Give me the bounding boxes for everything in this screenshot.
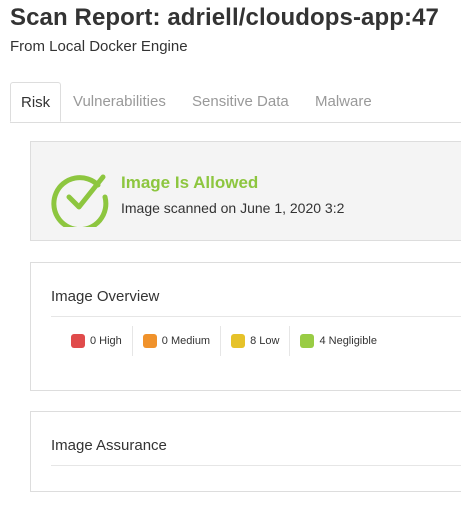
low-swatch — [231, 334, 246, 348]
image-overview-panel: Image Overview 0 High 0 Medium 8 Low 4 N… — [30, 262, 461, 391]
check-circle-icon — [51, 174, 109, 227]
image-assurance-panel: Image Assurance — [30, 411, 461, 492]
scan-date-text: Image scanned on June 1, 2020 3:2 — [121, 200, 345, 216]
status-title: Image Is Allowed — [121, 173, 259, 192]
severity-counts: 0 High 0 Medium 8 Low 4 Negligible — [61, 326, 387, 356]
severity-count-high: 0 High — [61, 326, 132, 356]
severity-count-negligible: 4 Negligible — [289, 326, 386, 356]
image-assurance-heading: Image Assurance — [51, 437, 167, 454]
page-title: Scan Report: adriell/cloudops-app:47 — [10, 4, 440, 31]
severity-count-label: 0 High — [90, 335, 122, 347]
high-swatch — [71, 334, 85, 348]
medium-swatch — [142, 334, 157, 348]
tab-risk[interactable]: Risk — [10, 82, 62, 122]
tab-bar: Risk Vulnerabilities Sensitive Data Malw… — [10, 82, 461, 123]
severity-count-medium: 0 Medium — [131, 326, 220, 356]
tab-malware[interactable]: Malware — [315, 82, 372, 121]
scan-report-page: Scan Report: adriell/cloudops-app:47 Fro… — [0, 0, 461, 506]
status-card: Image Is Allowed Image scanned on June 1… — [30, 141, 461, 241]
tab-sensitive-data[interactable]: Sensitive Data — [192, 82, 289, 121]
severity-count-label: 8 Low — [250, 335, 280, 347]
page-subtitle: From Local Docker Engine — [10, 38, 188, 55]
negligible-swatch — [300, 334, 315, 348]
severity-count-label: 0 Medium — [161, 335, 211, 347]
severity-count-label: 4 Negligible — [319, 335, 377, 347]
severity-count-low: 8 Low — [220, 326, 289, 356]
image-overview-heading: Image Overview — [51, 288, 160, 305]
divider — [51, 465, 461, 466]
divider — [51, 316, 461, 317]
tab-vulnerabilities[interactable]: Vulnerabilities — [73, 82, 166, 121]
